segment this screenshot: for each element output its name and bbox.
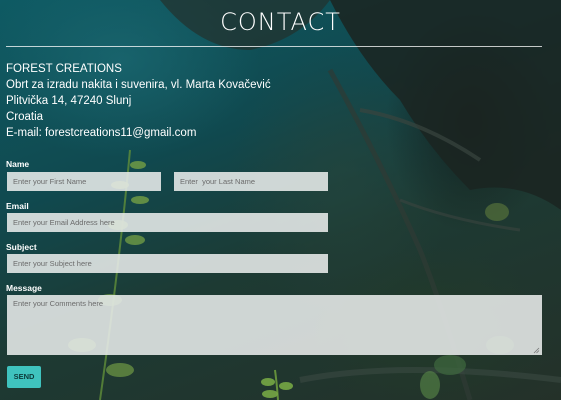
last-name-field[interactable] xyxy=(174,172,328,191)
first-name-field[interactable] xyxy=(7,172,161,191)
company-description: Obrt za izradu nakita i suvenira, vl. Ma… xyxy=(6,79,271,91)
company-country: Croatia xyxy=(6,111,44,123)
resize-grip-icon[interactable] xyxy=(533,347,540,354)
name-label: Name xyxy=(6,159,30,169)
send-button[interactable]: SEND xyxy=(7,366,41,388)
subject-field[interactable] xyxy=(7,254,328,273)
email-field[interactable] xyxy=(7,213,328,232)
page-title: CONTACT xyxy=(220,8,341,36)
company-address: FOREST CREATIONS Obrt za izradu nakita i… xyxy=(6,61,271,141)
title-divider xyxy=(6,46,542,47)
email-label: Email xyxy=(6,201,29,211)
message-textarea[interactable] xyxy=(7,295,542,355)
company-email: E-mail: forestcreations11@gmail.com xyxy=(6,127,197,139)
message-label: Message xyxy=(6,283,42,293)
company-name: FOREST CREATIONS xyxy=(6,63,122,75)
subject-label: Subject xyxy=(6,242,37,252)
company-street: Plitvička 14, 47240 Slunj xyxy=(6,95,132,107)
